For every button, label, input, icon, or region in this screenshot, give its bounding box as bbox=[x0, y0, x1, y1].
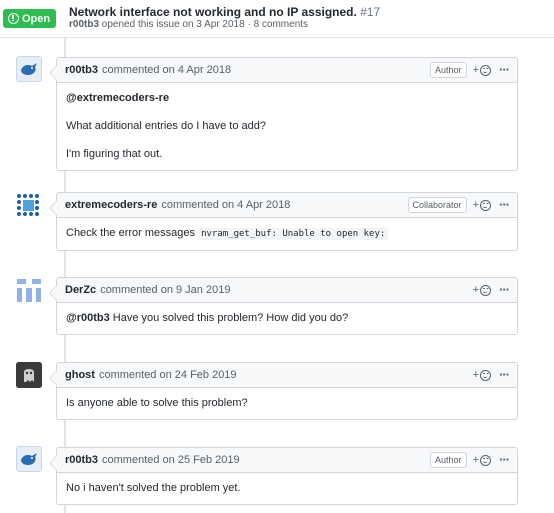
comment-mention[interactable]: @extremecoders-re bbox=[66, 91, 505, 105]
comment-date[interactable]: commented on 4 Apr 2018 bbox=[161, 199, 290, 211]
comment-date[interactable]: commented on 9 Jan 2019 bbox=[100, 284, 230, 296]
comment-date[interactable]: commented on 4 Apr 2018 bbox=[102, 64, 231, 76]
comment-author[interactable]: extremecoders-re bbox=[65, 199, 157, 211]
smiley-icon bbox=[480, 64, 491, 76]
add-reaction-button[interactable]: + bbox=[473, 64, 491, 76]
comment-more-button[interactable]: ··· bbox=[499, 453, 510, 466]
author-role-label: Author bbox=[430, 452, 467, 468]
comment-header: DerZc commented on 9 Jan 2019 + ··· bbox=[57, 278, 517, 303]
comment-body: No i haven't solved the problem yet. bbox=[57, 473, 517, 504]
reaction-plus: + bbox=[472, 284, 479, 296]
comment-author[interactable]: r00tb3 bbox=[65, 454, 98, 466]
comment-card: DerZc commented on 9 Jan 2019 + ··· @r00… bbox=[49, 277, 518, 335]
comment-paragraph: I'm figuring that out. bbox=[66, 148, 163, 160]
reaction-plus: + bbox=[472, 199, 479, 211]
comment-date[interactable]: commented on 24 Feb 2019 bbox=[99, 369, 237, 381]
comment-card: r00tb3 commented on 25 Feb 2019 Author +… bbox=[49, 447, 518, 505]
reaction-plus: + bbox=[472, 454, 479, 466]
author-role-label: Author bbox=[430, 62, 467, 78]
issue-meta: r00tb3 opened this issue on 3 Apr 2018 ·… bbox=[69, 19, 308, 30]
add-reaction-button[interactable]: + bbox=[473, 284, 491, 296]
comment-paragraph: Is anyone able to solve this problem? bbox=[66, 397, 248, 409]
add-reaction-button[interactable]: + bbox=[473, 199, 491, 211]
issue-state-label: Open bbox=[22, 12, 51, 25]
comment-paragraph: No i haven't solved the problem yet. bbox=[66, 482, 241, 494]
comment-body: Is anyone able to solve this problem? bbox=[57, 388, 517, 419]
comment-card: ghost commented on 24 Feb 2019 + ··· Is … bbox=[49, 362, 518, 420]
add-reaction-button[interactable]: + bbox=[473, 454, 491, 466]
comment-more-button[interactable]: ··· bbox=[499, 63, 510, 76]
comment-body: @r00tb3 Have you solved this problem? Ho… bbox=[57, 303, 517, 334]
comment-body: @extremecoders-re What additional entrie… bbox=[57, 83, 517, 170]
comment-author[interactable]: DerZc bbox=[65, 284, 96, 296]
collaborator-role-label: Collaborator bbox=[407, 197, 467, 213]
inline-code: nvram_get_buf: Unable to open key: bbox=[198, 228, 389, 240]
avatar-extremecoders-re[interactable] bbox=[16, 193, 42, 219]
comment-author[interactable]: ghost bbox=[65, 369, 95, 381]
comment-paragraph: What additional entries do I have to add… bbox=[66, 120, 266, 132]
comment-mention[interactable]: @r00tb3 bbox=[66, 312, 110, 324]
comment-text: Have you solved this problem? How did yo… bbox=[109, 312, 349, 324]
smiley-icon bbox=[480, 199, 491, 211]
add-reaction-button[interactable]: + bbox=[473, 369, 491, 381]
avatar-ghost[interactable] bbox=[16, 362, 42, 388]
comment-paragraph: Check the error messages nvram_get_buf: … bbox=[66, 226, 505, 241]
comment-header: r00tb3 commented on 4 Apr 2018 Author + … bbox=[57, 58, 517, 83]
issue-opened-icon bbox=[8, 13, 19, 24]
issue-author-link[interactable]: r00tb3 bbox=[69, 19, 99, 30]
issue-state-badge: Open bbox=[3, 9, 57, 28]
issue-meta-text: opened this issue on 3 Apr 2018 · 8 comm… bbox=[99, 19, 309, 30]
comment-author[interactable]: r00tb3 bbox=[65, 64, 98, 76]
smiley-icon bbox=[480, 284, 491, 296]
reaction-plus: + bbox=[472, 369, 479, 381]
reaction-plus: + bbox=[472, 64, 479, 76]
avatar-derzc[interactable] bbox=[16, 277, 42, 303]
comment-date[interactable]: commented on 25 Feb 2019 bbox=[102, 454, 240, 466]
issue-header: Open Network interface not working and n… bbox=[0, 0, 554, 38]
avatar-r00tb3[interactable] bbox=[16, 446, 42, 472]
avatar-r00tb3[interactable] bbox=[16, 56, 42, 82]
comment-more-button[interactable]: ··· bbox=[499, 368, 510, 381]
comment-more-button[interactable]: ··· bbox=[499, 283, 510, 296]
comment-card: extremecoders-re commented on 4 Apr 2018… bbox=[49, 192, 518, 251]
comment-body: Check the error messages nvram_get_buf: … bbox=[57, 218, 517, 250]
comment-header: extremecoders-re commented on 4 Apr 2018… bbox=[57, 193, 517, 218]
issue-title: Network interface not working and no IP … bbox=[69, 5, 380, 19]
issue-number: #17 bbox=[360, 5, 381, 19]
comment-paragraph: @r00tb3 Have you solved this problem? Ho… bbox=[66, 311, 505, 325]
issue-title-text: Network interface not working and no IP … bbox=[69, 5, 357, 19]
comment-more-button[interactable]: ··· bbox=[499, 198, 510, 211]
comment-header: ghost commented on 24 Feb 2019 + ··· bbox=[57, 363, 517, 388]
comment-card: r00tb3 commented on 4 Apr 2018 Author + … bbox=[49, 57, 518, 171]
smiley-icon bbox=[480, 369, 491, 381]
smiley-icon bbox=[480, 454, 491, 466]
comment-header: r00tb3 commented on 25 Feb 2019 Author +… bbox=[57, 448, 517, 473]
comment-text: Check the error messages bbox=[66, 227, 199, 239]
